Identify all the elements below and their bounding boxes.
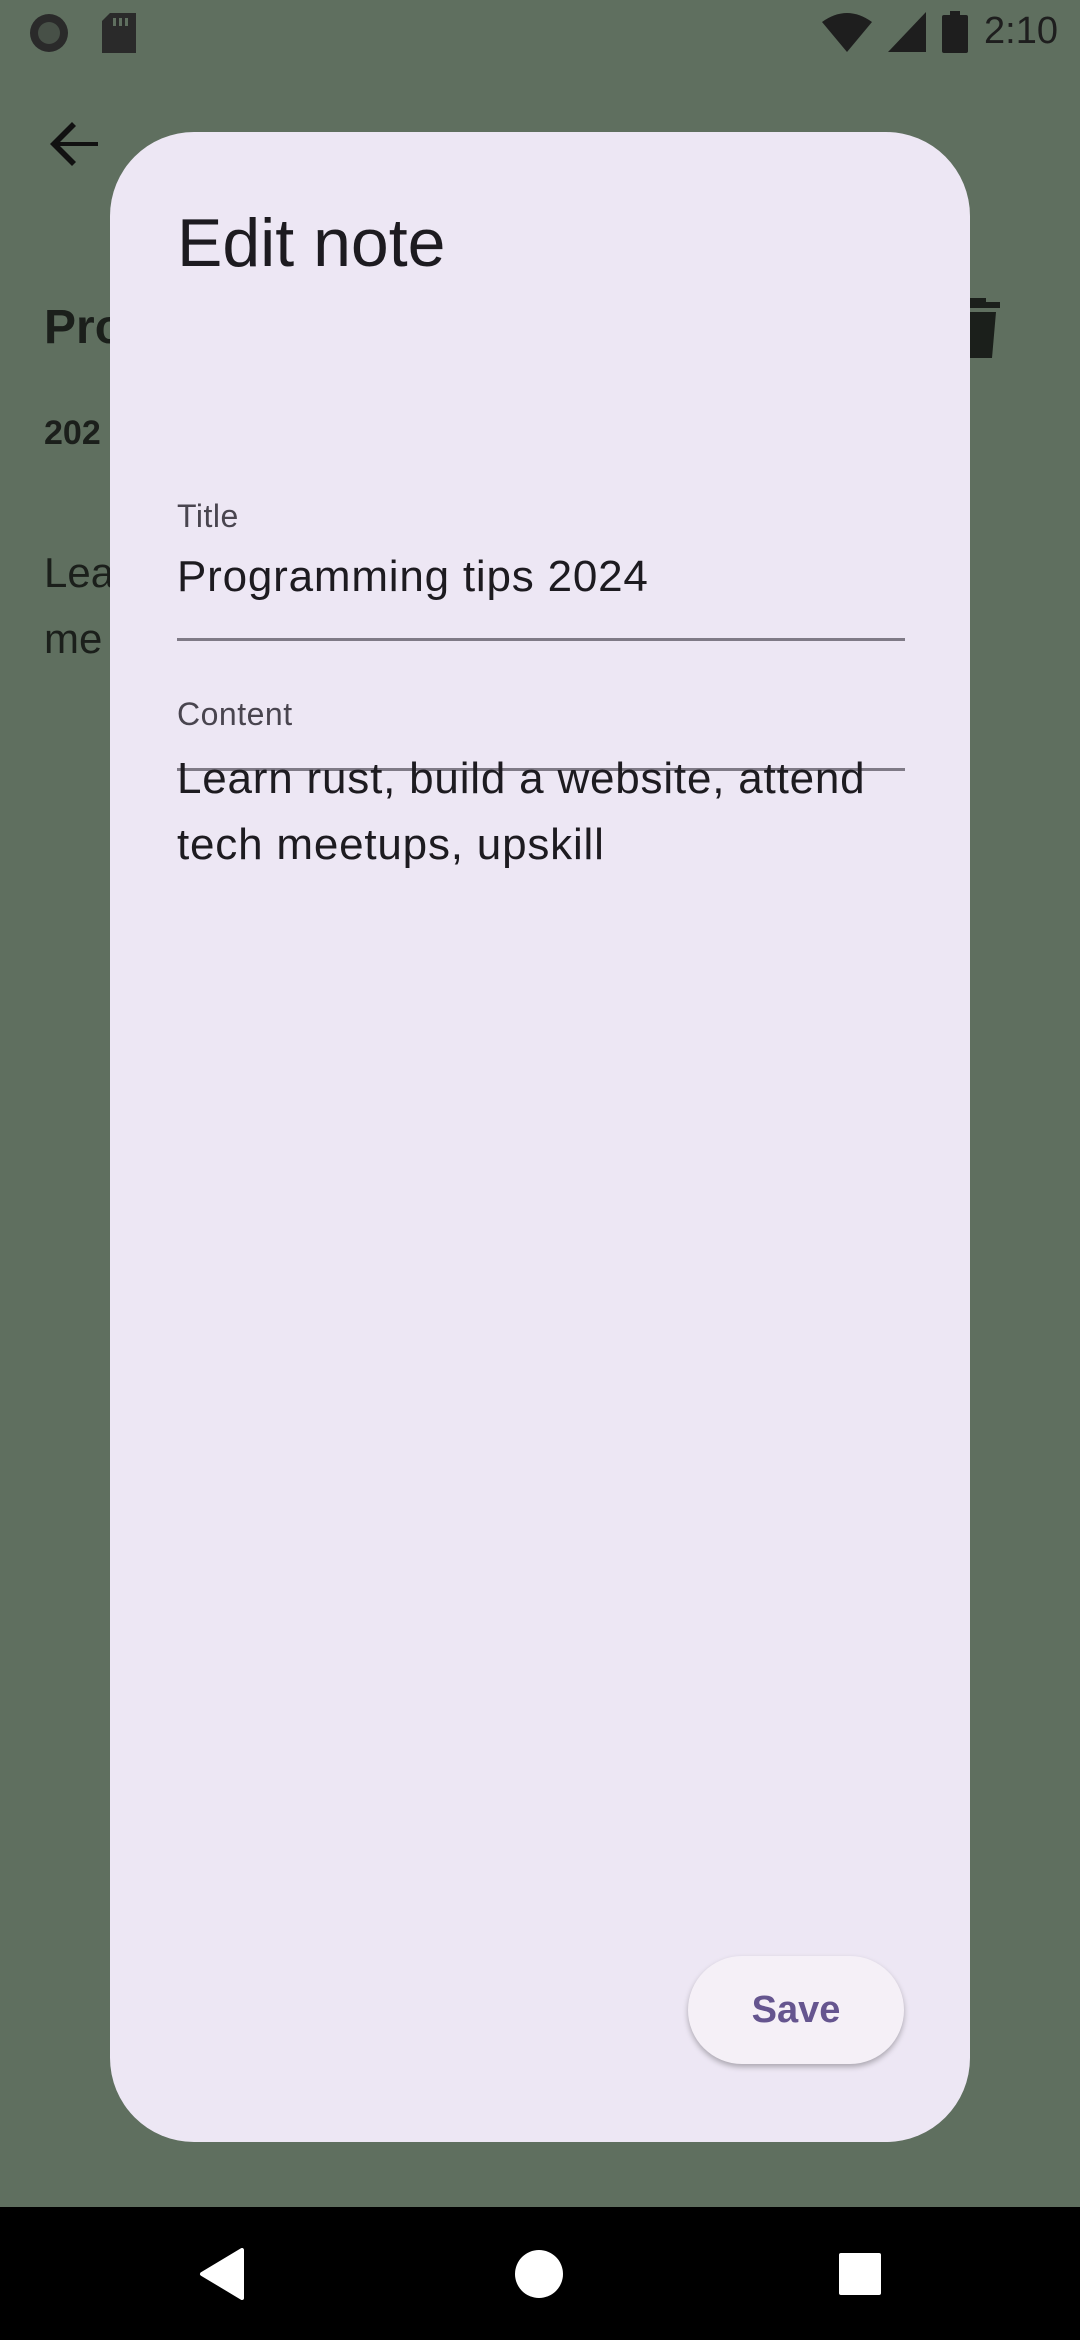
circle-home-icon [515,2250,563,2298]
notification-circle-icon [30,14,68,52]
save-button[interactable]: Save [688,1956,904,2064]
content-field[interactable]: Content Learn rust, build a website, att… [177,564,905,869]
square-recents-icon [839,2253,881,2295]
nav-back-button[interactable] [188,2241,254,2307]
cell-signal-icon [888,11,927,52]
status-left-icons [28,12,136,54]
title-field-label: Title [177,498,239,534]
content-input[interactable]: Learn rust, build a website, attend tech… [177,746,905,878]
content-field-label: Content [177,696,293,732]
dialog-title: Edit note [177,205,446,281]
nav-recents-button[interactable] [827,2241,893,2307]
triangle-back-icon [200,2248,244,2300]
status-right-icons: 2:10 [822,10,1058,53]
sd-card-icon [102,13,136,53]
nav-home-button[interactable] [506,2241,572,2307]
battery-icon [942,10,969,53]
status-bar: 2:10 [0,0,1080,66]
status-time: 2:10 [984,10,1058,52]
background-note-date: 202 [44,414,101,452]
wifi-icon [822,12,873,52]
navigation-bar [0,2207,1080,2340]
edit-note-dialog: Edit note Title Programming tips 2024 Co… [110,132,970,2142]
back-arrow-icon[interactable] [44,112,108,176]
